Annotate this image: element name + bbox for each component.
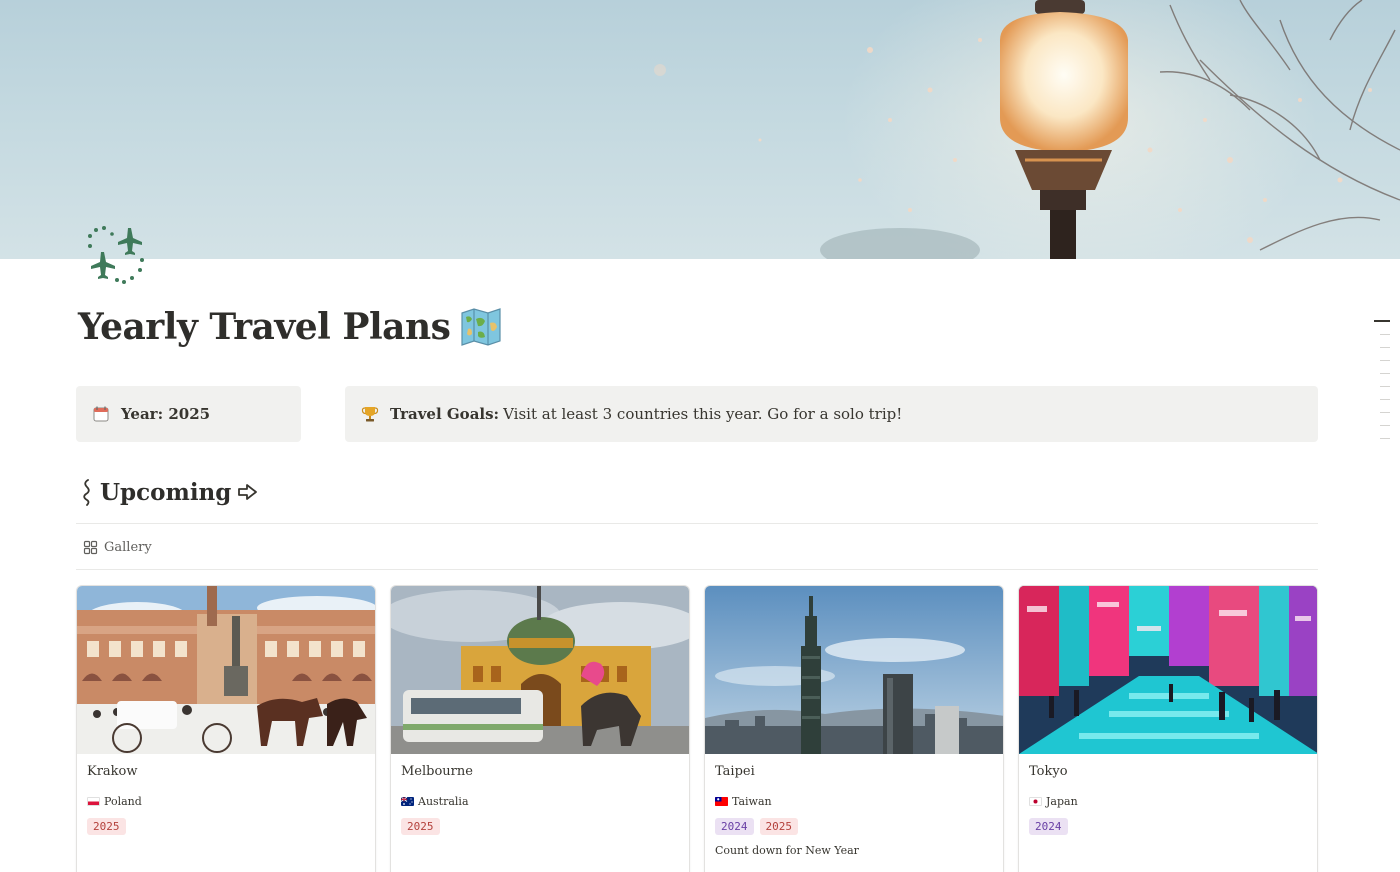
- toc-marker[interactable]: [1374, 320, 1390, 322]
- card-cover-image: [705, 586, 1003, 754]
- card-title: Tokyo: [1029, 764, 1068, 779]
- taiwan-flag-icon: [715, 797, 728, 806]
- goals-callout-text: Visit at least 3 countries this year. Go…: [503, 405, 903, 423]
- card-year-tags: 2024: [1029, 818, 1068, 835]
- toc-marker[interactable]: [1380, 386, 1390, 387]
- card-cover-image: [77, 586, 375, 754]
- section-heading-upcoming[interactable]: Upcoming: [80, 478, 259, 506]
- card-country-label: Japan: [1046, 795, 1078, 808]
- toc-marker[interactable]: [1380, 347, 1390, 348]
- card-country: Taiwan: [715, 795, 772, 808]
- toc-marker[interactable]: [1380, 360, 1390, 361]
- card-country: Poland: [87, 795, 142, 808]
- card-country-label: Taiwan: [732, 795, 772, 808]
- toc-marker[interactable]: [1380, 334, 1390, 335]
- card-country: Japan: [1029, 795, 1078, 808]
- japan-flag-icon: [1029, 797, 1042, 806]
- page-cover[interactable]: [0, 0, 1400, 259]
- gallery-grid-icon: [83, 540, 98, 555]
- airplanes-icon[interactable]: [84, 224, 148, 288]
- toc-marker[interactable]: [1380, 412, 1390, 413]
- gallery-card-melbourne[interactable]: Melbourne Australia 2025: [390, 585, 690, 872]
- toc-marker[interactable]: [1380, 438, 1390, 439]
- australia-flag-icon: [401, 797, 414, 806]
- card-title: Krakow: [87, 764, 138, 779]
- squiggle-icon: [83, 479, 90, 506]
- year-tag: 2025: [401, 818, 440, 835]
- card-title: Taipei: [715, 764, 755, 779]
- card-year-tags: 2025: [401, 818, 440, 835]
- calendar-icon: [91, 404, 111, 424]
- gallery-card-krakow[interactable]: Krakow Poland 2025: [76, 585, 376, 872]
- card-year-tags: 2025: [87, 818, 126, 835]
- arrow-right-icon: [238, 484, 258, 500]
- card-cover-image: [391, 586, 689, 754]
- year-callout-text: Year: 2025: [121, 405, 211, 423]
- toc-marker[interactable]: [1380, 425, 1390, 426]
- view-tab-label: Gallery: [104, 540, 152, 555]
- toc-marker[interactable]: [1380, 399, 1390, 400]
- card-cover-image: [1019, 586, 1317, 754]
- view-divider: [76, 569, 1318, 570]
- toc-marker[interactable]: [1380, 373, 1390, 374]
- year-tag: 2024: [1029, 818, 1068, 835]
- year-tag: 2024: [715, 818, 754, 835]
- page-title[interactable]: Yearly Travel Plans: [78, 306, 502, 348]
- trophy-icon: [360, 404, 380, 424]
- heading-divider: [76, 523, 1318, 524]
- tab-gallery-view[interactable]: Gallery: [83, 540, 152, 555]
- card-country: Australia: [401, 795, 469, 808]
- gallery-card-taipei[interactable]: Taipei Taiwan 2024 2025 Count down for N…: [704, 585, 1004, 872]
- poland-flag-icon: [87, 797, 100, 806]
- year-tag: 2025: [87, 818, 126, 835]
- gallery-card-tokyo[interactable]: Tokyo Japan 2024: [1018, 585, 1318, 872]
- table-of-contents-rail[interactable]: [1374, 320, 1394, 451]
- card-country-label: Australia: [418, 795, 469, 808]
- section-heading-text: Upcoming: [100, 478, 232, 506]
- goals-callout-label: Travel Goals:: [390, 405, 500, 423]
- year-tag: 2025: [759, 818, 798, 835]
- year-callout[interactable]: Year: 2025: [76, 386, 301, 442]
- world-map-icon: [461, 308, 502, 346]
- goals-callout[interactable]: Travel Goals: Visit at least 3 countries…: [345, 386, 1318, 442]
- page-title-text: Yearly Travel Plans: [78, 306, 451, 348]
- card-country-label: Poland: [104, 795, 142, 808]
- card-year-tags: 2024 2025: [715, 818, 798, 835]
- cover-illustration: [654, 0, 1400, 259]
- card-note: Count down for New Year: [715, 844, 859, 857]
- card-title: Melbourne: [401, 764, 473, 779]
